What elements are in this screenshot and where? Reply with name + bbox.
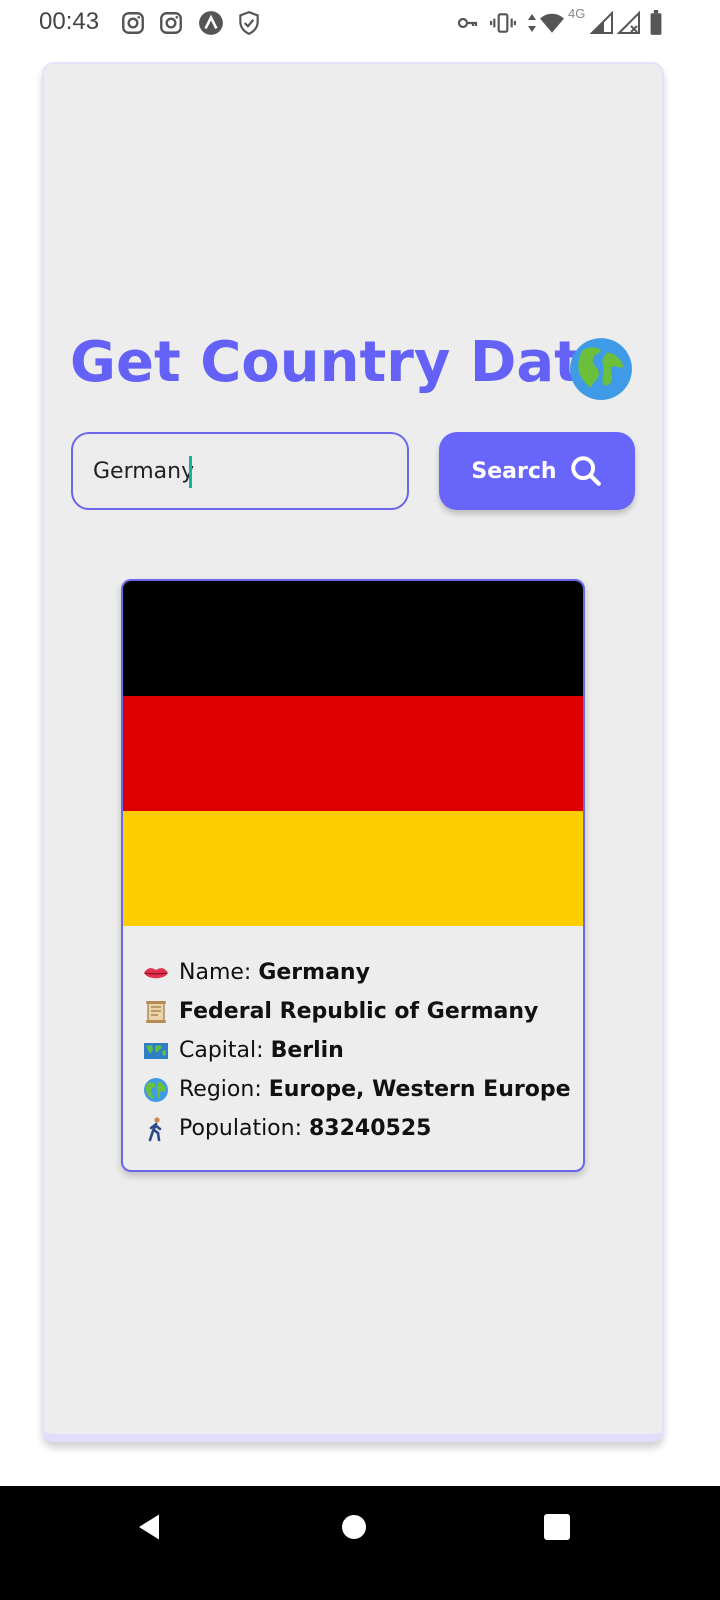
search-icon	[570, 456, 601, 486]
status-time: 00:43	[39, 8, 100, 35]
country-info: Name: Germany Federal Republic of German…	[143, 953, 573, 1148]
globe-americas-icon	[570, 338, 632, 400]
wifi-icon	[540, 13, 564, 33]
search-button[interactable]: Search	[439, 432, 635, 510]
back-icon[interactable]	[134, 1512, 164, 1542]
country-flag	[123, 581, 583, 926]
capital-label: Capital:	[179, 1038, 264, 1063]
country-card: Name: Germany Federal Republic of German…	[121, 579, 585, 1172]
lips-icon	[144, 967, 168, 978]
signal-icon	[590, 10, 613, 34]
status-bar: 00:43 4G	[0, 0, 720, 46]
population-label: Population:	[179, 1116, 302, 1141]
scroll-icon	[146, 1000, 166, 1023]
vibrate-icon	[490, 13, 516, 33]
globe-europe-icon	[144, 1077, 168, 1102]
battery-icon	[650, 10, 662, 35]
data-arrows-icon	[528, 14, 536, 32]
population-value: 83240525	[309, 1116, 432, 1141]
info-capital-row: Capital: Berlin	[143, 1031, 573, 1070]
info-official-row: Federal Republic of Germany	[143, 992, 573, 1031]
capital-value: Berlin	[270, 1038, 344, 1063]
network-type-label: 4G	[568, 6, 586, 21]
info-region-row: Region: Europe, Western Europe	[143, 1070, 573, 1109]
instagram-icon	[160, 12, 182, 34]
flag-stripe-red	[123, 696, 583, 811]
home-icon[interactable]	[342, 1515, 366, 1539]
flag-stripe-black	[123, 581, 583, 696]
name-value: Germany	[258, 960, 370, 985]
search-button-label: Search	[471, 458, 557, 484]
instagram-icon	[122, 12, 144, 34]
navigation-bar	[0, 1486, 720, 1600]
text-caret	[189, 456, 192, 488]
recents-icon[interactable]	[544, 1514, 570, 1540]
app-icon	[199, 11, 223, 35]
signal-x-icon	[617, 10, 640, 34]
flag-stripe-gold	[123, 811, 583, 926]
shield-check-icon	[239, 11, 259, 36]
info-population-row: Population: 83240525	[143, 1109, 573, 1148]
info-name-row: Name: Germany	[143, 953, 573, 992]
official-name-value: Federal Republic of Germany	[179, 999, 539, 1024]
region-value: Europe, Western Europe	[268, 1077, 571, 1102]
search-input[interactable]	[71, 432, 409, 510]
region-label: Region:	[179, 1077, 262, 1102]
page-title: Get Country Data	[70, 330, 619, 395]
key-icon	[457, 17, 478, 29]
name-label: Name:	[179, 960, 252, 985]
world-map-icon	[144, 1042, 168, 1059]
walking-person-icon	[148, 1116, 162, 1141]
